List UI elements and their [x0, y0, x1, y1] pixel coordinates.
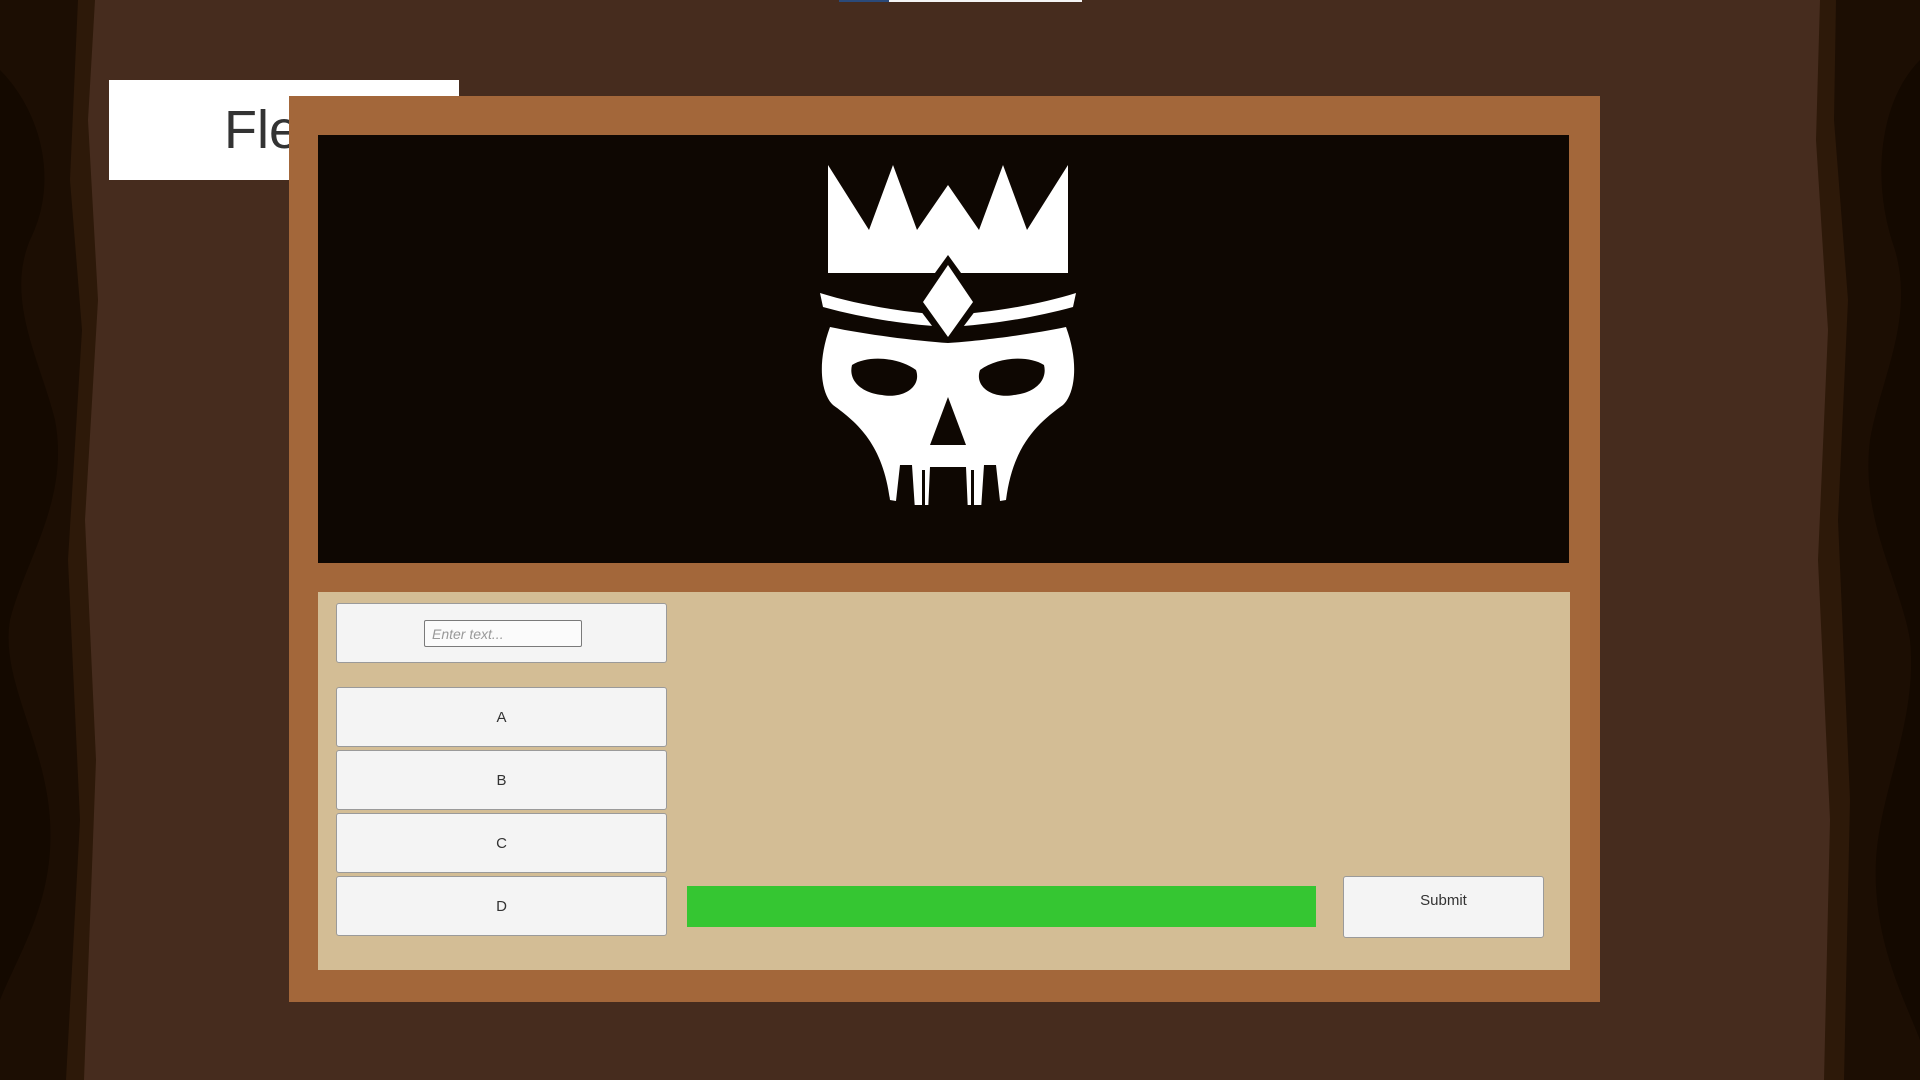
answer-input-card	[336, 603, 667, 663]
cave-wall-right	[1816, 0, 1920, 1080]
enemy-viewport	[318, 135, 1569, 563]
timer-bar	[687, 886, 1316, 927]
answer-input[interactable]	[424, 620, 582, 647]
control-panel: A B C D Submit	[318, 592, 1570, 970]
game-scene: Flee! A B C D	[0, 0, 1920, 1080]
cave-wall-left	[0, 0, 98, 1080]
option-d-button[interactable]: D	[336, 876, 667, 936]
submit-button[interactable]: Submit	[1343, 876, 1544, 938]
option-a-button[interactable]: A	[336, 687, 667, 747]
quiz-board: A B C D Submit	[289, 96, 1600, 1002]
option-c-button[interactable]: C	[336, 813, 667, 873]
top-progress-accent	[839, 0, 889, 2]
timer-bar-fill	[687, 886, 1316, 927]
crowned-skull-icon	[820, 165, 1076, 505]
option-b-button[interactable]: B	[336, 750, 667, 810]
